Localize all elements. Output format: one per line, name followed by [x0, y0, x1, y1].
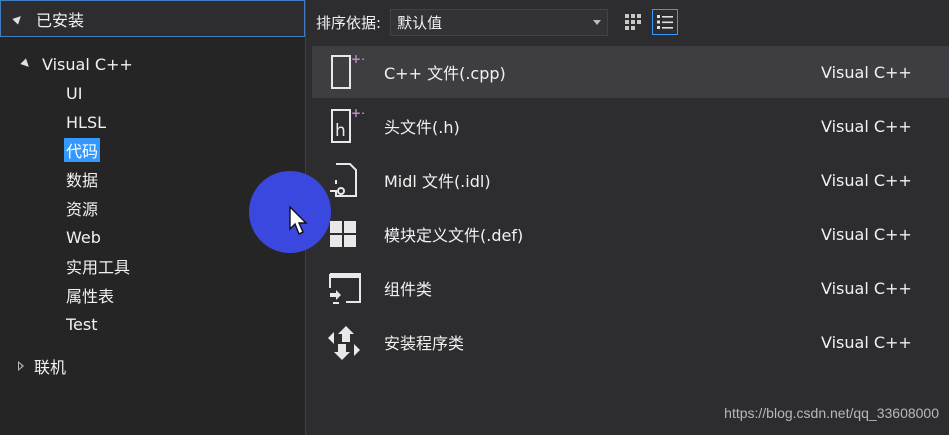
template-item-cpp[interactable]: ++ C++ 文件(.cpp) Visual C++: [312, 46, 949, 98]
template-name: C++ 文件(.cpp): [384, 64, 506, 83]
expanded-triangle-icon: [20, 58, 32, 70]
tree-item-label: Web: [66, 227, 101, 247]
svg-text:h: h: [335, 121, 346, 141]
installed-section-header[interactable]: 已安装: [0, 0, 305, 37]
tree-item-data[interactable]: 数据: [66, 167, 98, 191]
tree-item-label: 属性表: [66, 287, 115, 306]
tree-item-code[interactable]: 代码: [64, 138, 101, 162]
collapse-triangle-icon: [12, 12, 24, 25]
sort-by-label: 排序依据:: [316, 13, 382, 32]
installed-label: 已安装: [36, 10, 85, 30]
tree-item-label: 数据: [66, 171, 99, 190]
installer-class-icon: [328, 326, 360, 360]
tree-item-label: 联机: [34, 358, 67, 377]
tree-item-label: HLSL: [66, 112, 107, 132]
tree-item-online[interactable]: 联机: [18, 354, 66, 378]
mouse-pointer-icon: [289, 206, 308, 235]
template-name: 组件类: [384, 280, 433, 299]
watermark-text: https://blog.csdn.net/qq_33608000: [724, 405, 939, 421]
tree-item-label: Test: [66, 314, 98, 334]
template-item-installer[interactable]: 安装程序类 Visual C++: [312, 316, 949, 368]
template-language: Visual C++: [821, 224, 912, 244]
tree-item-label: 代码: [64, 138, 101, 162]
template-language: Visual C++: [821, 278, 912, 298]
svg-text:++: ++: [351, 106, 364, 120]
template-language: Visual C++: [821, 332, 912, 352]
template-language: Visual C++: [821, 170, 912, 190]
tree-item-hlsl[interactable]: HLSL: [66, 110, 106, 134]
chevron-down-icon: [593, 19, 602, 25]
template-name: 模块定义文件(.def): [384, 226, 524, 245]
tree-item-visual-cpp[interactable]: Visual C++: [20, 52, 133, 76]
template-item-def[interactable]: 模块定义文件(.def) Visual C++: [312, 208, 949, 260]
tree-item-label: 实用工具: [66, 258, 131, 277]
template-item-component[interactable]: 组件类 Visual C++: [312, 262, 949, 314]
template-name: 头文件(.h): [384, 118, 460, 137]
template-item-idl[interactable]: Midl 文件(.idl) Visual C++: [312, 154, 949, 206]
grid-view-button[interactable]: [620, 9, 646, 35]
cpp-file-icon: ++: [331, 52, 364, 89]
template-item-header[interactable]: h ++ 头文件(.h) Visual C++: [312, 100, 949, 152]
template-language: Visual C++: [821, 116, 912, 136]
tree-item-test[interactable]: Test: [66, 312, 98, 336]
svg-text:++: ++: [351, 52, 364, 66]
grid-view-icon: [625, 14, 642, 30]
add-new-item-dialog: 已安装 Visual C++ UI HLSL 代码 数据 资源 Web 实用工具…: [0, 0, 949, 435]
component-class-icon: [329, 273, 361, 304]
sort-toolbar: 排序依据: 默认值: [306, 0, 949, 44]
tree-item-label: Visual C++: [42, 54, 133, 74]
tree-item-label: 资源: [66, 200, 99, 219]
tree-item-label: UI: [66, 83, 83, 103]
tree-item-property-sheet[interactable]: 属性表: [66, 283, 114, 307]
tree-item-web[interactable]: Web: [66, 225, 101, 249]
header-file-icon: h ++: [331, 106, 364, 143]
template-name: Midl 文件(.idl): [384, 172, 491, 191]
template-language: Visual C++: [821, 62, 912, 82]
tree-item-ui[interactable]: UI: [66, 81, 82, 105]
template-name: 安装程序类: [384, 334, 465, 353]
sort-by-value: 默认值: [397, 13, 443, 32]
tree-item-utility[interactable]: 实用工具: [66, 254, 130, 278]
tree-item-resource[interactable]: 资源: [66, 196, 98, 220]
idl-file-icon: [330, 163, 357, 197]
list-view-button[interactable]: [652, 9, 679, 35]
sort-by-dropdown[interactable]: 默认值: [390, 8, 609, 36]
list-view-icon: [657, 15, 674, 29]
collapsed-triangle-icon: [18, 361, 24, 371]
